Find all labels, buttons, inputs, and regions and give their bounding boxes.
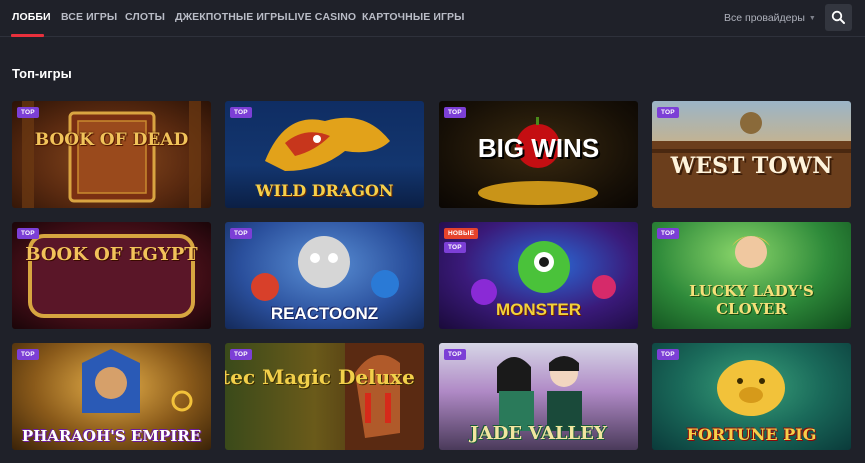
game-card-fortune-pig[interactable]: FORTUNE PIG TOP <box>652 343 851 450</box>
active-tab-indicator <box>11 34 44 37</box>
top-badge: TOP <box>657 349 679 360</box>
tab-card-games[interactable]: КАРТОЧНЫЕ ИГРЫ <box>362 11 465 23</box>
top-badge: TOP <box>17 349 39 360</box>
game-title: BIG WINS <box>477 133 600 163</box>
game-card-big-wins[interactable]: BIG WINS TOP <box>439 101 638 208</box>
game-card-jade-valley[interactable]: JADE VALLEY TOP <box>439 343 638 450</box>
top-badge: TOP <box>444 242 466 253</box>
game-title: BOOK OF DEAD <box>34 130 189 150</box>
tab-live-casino[interactable]: LIVE CASINO <box>288 11 356 23</box>
top-badge: TOP <box>444 349 466 360</box>
game-title: WILD DRAGON <box>255 181 394 200</box>
top-badge: TOP <box>230 228 252 239</box>
top-badge: TOP <box>657 228 679 239</box>
chevron-down-icon: ▼ <box>808 15 816 22</box>
providers-dropdown[interactable]: Все провайдеры ▼ <box>724 12 816 24</box>
top-badge: TOP <box>230 107 252 118</box>
game-title: JADE VALLEY <box>470 423 607 444</box>
game-card-monster[interactable]: MONSTER НОВЫЕ TOP <box>439 222 638 329</box>
providers-dropdown-label: Все провайдеры <box>724 12 805 24</box>
top-badge: TOP <box>444 107 466 118</box>
search-icon <box>831 10 845 24</box>
game-title: PHARAOH'S EMPIRE <box>21 427 202 445</box>
tab-slots[interactable]: СЛОТЫ <box>125 11 165 23</box>
top-navigation: ЛОББИ ВСЕ ИГРЫ СЛОТЫ ДЖЕКПОТНЫЕ ИГРЫ LIV… <box>0 0 865 37</box>
section-title-top-games: Топ-игры <box>12 66 72 81</box>
game-card-pharaohs-empire[interactable]: PHARAOH'S EMPIRE TOP <box>12 343 211 450</box>
game-title: LUCKY LADY'S CLOVER <box>689 282 814 318</box>
game-title: MONSTER <box>496 300 581 319</box>
game-title: REACTOONZ <box>270 304 379 323</box>
game-card-book-of-dead[interactable]: BOOK OF DEAD TOP <box>12 101 211 208</box>
tab-jackpot-games[interactable]: ДЖЕКПОТНЫЕ ИГРЫ <box>175 11 288 23</box>
game-thumbnail <box>225 343 424 450</box>
game-card-west-town[interactable]: WEST TOWN TOP <box>652 101 851 208</box>
game-title: WEST TOWN <box>670 153 833 179</box>
game-title: Aztec Magic Deluxe <box>225 365 415 389</box>
top-badge: TOP <box>657 107 679 118</box>
tab-all-games[interactable]: ВСЕ ИГРЫ <box>61 11 117 23</box>
game-card-lucky-ladys-clover[interactable]: LUCKY LADY'S CLOVER TOP <box>652 222 851 329</box>
new-badge: НОВЫЕ <box>444 228 479 239</box>
game-title: BOOK OF EGYPT <box>25 244 198 265</box>
top-badge: TOP <box>17 228 39 239</box>
game-thumbnail <box>12 101 211 208</box>
game-thumbnail <box>12 222 211 329</box>
game-card-reactoonz[interactable]: REACTOONZ TOP <box>225 222 424 329</box>
top-badge: TOP <box>17 107 39 118</box>
game-card-wild-dragon[interactable]: WILD DRAGON TOP <box>225 101 424 208</box>
game-title: FORTUNE PIG <box>686 425 817 444</box>
top-badge: TOP <box>230 349 252 360</box>
search-button[interactable] <box>825 4 852 31</box>
game-card-aztec-magic-deluxe[interactable]: Aztec Magic Deluxe TOP <box>225 343 424 450</box>
tab-lobby[interactable]: ЛОББИ <box>12 11 51 23</box>
game-card-book-of-egypt[interactable]: BOOK OF EGYPT TOP <box>12 222 211 329</box>
